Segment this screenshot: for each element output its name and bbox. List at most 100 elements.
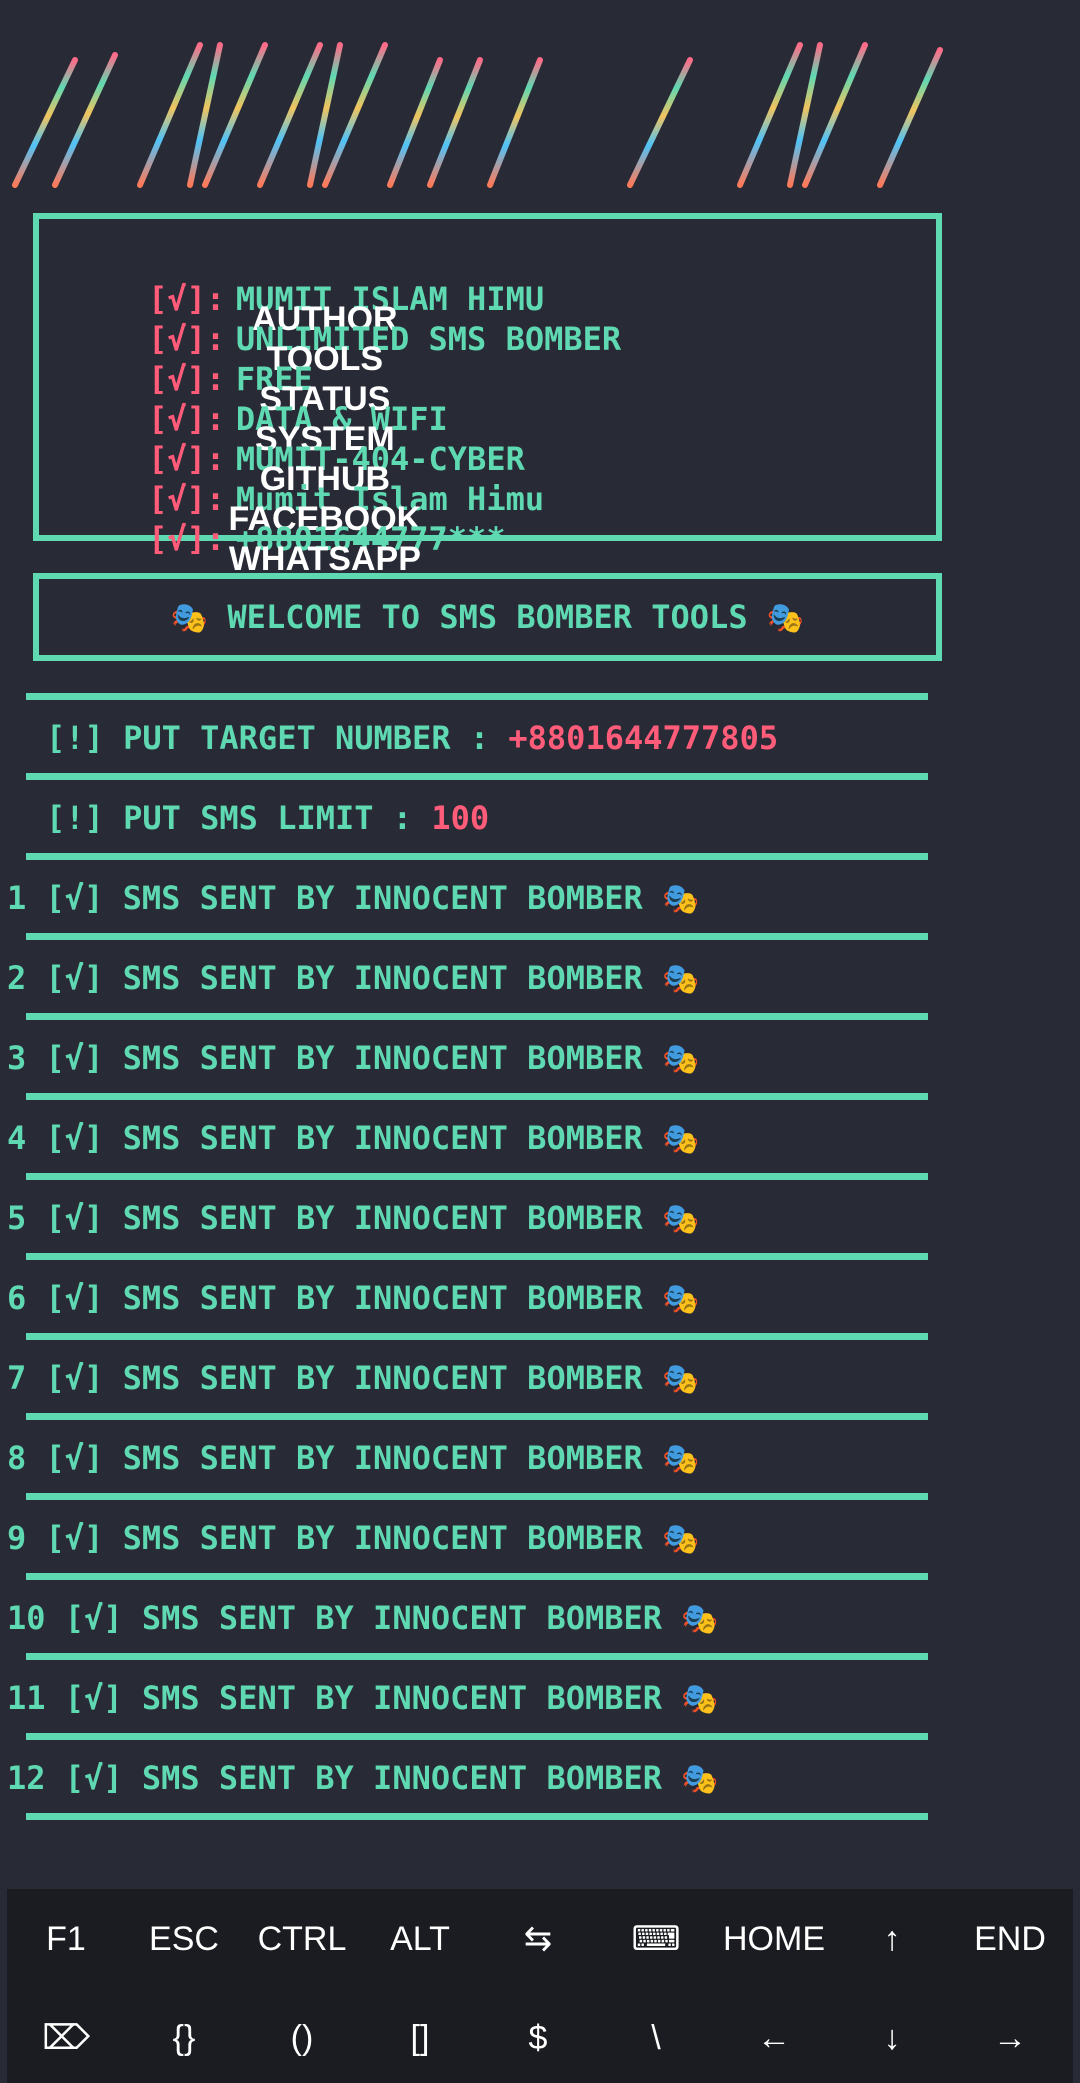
divider — [26, 1333, 928, 1340]
sent-index: 9 — [7, 1519, 27, 1557]
theater-mask-icon: 🎭 — [662, 962, 700, 997]
sent-index: 5 — [7, 1199, 27, 1237]
sent-line: 2 [√] SMS SENT BY INNOCENT BOMBER 🎭 — [7, 958, 699, 998]
theater-mask-icon: 🎭 — [681, 1682, 719, 1717]
sent-line: 4 [√] SMS SENT BY INNOCENT BOMBER 🎭 — [7, 1118, 699, 1158]
sent-message: SMS SENT BY INNOCENT BOMBER — [141, 1759, 663, 1797]
info-row-tools: [√] TOOLS: UNLIMITED SMS BOMBER — [71, 279, 621, 378]
check-mark: [√] — [45, 1439, 104, 1477]
divider — [26, 1413, 928, 1420]
check-mark: [√] — [45, 879, 104, 917]
theater-mask-icon: 🎭 — [681, 1762, 719, 1797]
sent-line: 3 [√] SMS SENT BY INNOCENT BOMBER 🎭 — [7, 1038, 699, 1078]
divider — [26, 1013, 928, 1020]
arrow-down-icon[interactable]: ↓ — [833, 1998, 951, 2078]
theater-mask-icon: 🎭 — [662, 1202, 700, 1237]
sent-message: SMS SENT BY INNOCENT BOMBER — [122, 1519, 643, 1557]
key-alt[interactable]: ALT — [361, 1899, 479, 1979]
theater-mask-icon: 🎭 — [681, 1602, 719, 1637]
info-row-status: [√] STATUS: FREE — [71, 319, 390, 418]
sent-message: SMS SENT BY INNOCENT BOMBER — [122, 1039, 643, 1077]
key-home[interactable]: HOME — [715, 1899, 833, 1979]
sent-line: 10 [√] SMS SENT BY INNOCENT BOMBER 🎭 — [7, 1598, 719, 1638]
info-row-facebook: [√] FACEBOOK: Mumit Islam Himu — [71, 439, 544, 538]
sent-line: 1 [√] SMS SENT BY INNOCENT BOMBER 🎭 — [7, 878, 699, 918]
delete-key-icon[interactable]: ⌦ — [7, 1998, 125, 2078]
theater-mask-icon: 🎭 — [662, 1122, 700, 1157]
sent-message: SMS SENT BY INNOCENT BOMBER — [122, 1439, 643, 1477]
divider — [26, 853, 928, 860]
key-braces[interactable]: {} — [125, 1998, 243, 2078]
target-number-value: +8801644777805 — [508, 719, 779, 757]
target-number-prompt: [!] PUT TARGET NUMBER : +8801644777805 — [46, 718, 778, 758]
sent-message: SMS SENT BY INNOCENT BOMBER — [122, 1359, 643, 1397]
target-number-label: [!] PUT TARGET NUMBER : — [46, 719, 509, 757]
theater-mask-icon: 🎭 — [662, 1442, 700, 1477]
sent-index: 8 — [7, 1439, 27, 1477]
check-mark: [√] — [148, 520, 206, 558]
sent-line: 12 [√] SMS SENT BY INNOCENT BOMBER 🎭 — [7, 1758, 719, 1798]
sent-line: 11 [√] SMS SENT BY INNOCENT BOMBER 🎭 — [7, 1678, 719, 1718]
info-row-github: [√] GITHUB: MUMIT-404-CYBER — [71, 399, 525, 498]
key-end[interactable]: END — [951, 1899, 1069, 1979]
check-mark: [√] — [45, 959, 104, 997]
info-row-author: [√] AUTHOR: MUMIT ISLAM HIMU — [71, 239, 544, 338]
sms-limit-prompt: [!] PUT SMS LIMIT : 100 — [46, 798, 489, 838]
key-parens[interactable]: () — [243, 1998, 361, 2078]
check-mark: [√] — [64, 1759, 123, 1797]
theater-mask-icon: 🎭 — [662, 1522, 700, 1557]
sent-index: 12 — [7, 1759, 46, 1797]
sent-index: 6 — [7, 1279, 27, 1317]
theater-mask-icon: 🎭 — [766, 601, 805, 636]
theater-mask-icon: 🎭 — [170, 601, 209, 636]
divider — [26, 1493, 928, 1500]
sent-index: 2 — [7, 959, 27, 997]
check-mark: [√] — [45, 1359, 104, 1397]
sent-message: SMS SENT BY INNOCENT BOMBER — [141, 1679, 663, 1717]
theater-mask-icon: 🎭 — [662, 1282, 700, 1317]
tab-key-icon[interactable]: ⇆ — [479, 1899, 597, 1979]
check-mark: [√] — [64, 1679, 123, 1717]
sent-message: SMS SENT BY INNOCENT BOMBER — [122, 959, 643, 997]
divider — [26, 1813, 928, 1820]
arrow-up-icon[interactable]: ↑ — [833, 1899, 951, 1979]
arrow-right-icon[interactable]: → — [951, 1998, 1069, 2078]
arrow-left-icon[interactable]: ← — [715, 1998, 833, 2078]
theater-mask-icon: 🎭 — [662, 1042, 700, 1077]
sent-message: SMS SENT BY INNOCENT BOMBER — [141, 1599, 663, 1637]
info-row-whatsapp: [√] WHATSAPP: +8801644777*** — [71, 479, 506, 578]
key-backslash[interactable]: \ — [597, 1998, 715, 2078]
sent-line: 6 [√] SMS SENT BY INNOCENT BOMBER 🎭 — [7, 1278, 699, 1318]
sent-message: SMS SENT BY INNOCENT BOMBER — [122, 1199, 643, 1237]
divider — [26, 773, 928, 780]
welcome-box: 🎭 WELCOME TO SMS BOMBER TOOLS 🎭 — [33, 573, 942, 661]
sent-index: 10 — [7, 1599, 46, 1637]
sent-line: 8 [√] SMS SENT BY INNOCENT BOMBER 🎭 — [7, 1438, 699, 1478]
check-mark: [√] — [45, 1519, 104, 1557]
divider — [26, 693, 928, 700]
keyboard-toggle-icon[interactable]: ⌨ — [597, 1899, 715, 1979]
sent-message: SMS SENT BY INNOCENT BOMBER — [122, 1279, 643, 1317]
sent-line: 7 [√] SMS SENT BY INNOCENT BOMBER 🎭 — [7, 1358, 699, 1398]
info-box: [√] AUTHOR: MUMIT ISLAM HIMU [√] TOOLS: UNLI… — [33, 213, 942, 578]
theater-mask-icon: 🎭 — [662, 1362, 700, 1397]
divider — [26, 1573, 928, 1580]
key-brackets[interactable]: [] — [361, 1998, 479, 2078]
key-esc[interactable]: ESC — [125, 1899, 243, 1979]
sent-line: 5 [√] SMS SENT BY INNOCENT BOMBER 🎭 — [7, 1198, 699, 1238]
innocent-banner-logo — [7, 29, 1008, 188]
check-mark: [√] — [64, 1599, 123, 1637]
divider — [26, 933, 928, 940]
key-f1[interactable]: F1 — [7, 1899, 125, 1979]
divider — [26, 1253, 928, 1260]
check-mark: [√] — [45, 1199, 104, 1237]
sms-limit-value: 100 — [431, 799, 490, 837]
info-row-system: [√] SYSTEM: DATA & WIFI — [71, 359, 448, 458]
extra-keys-bar: F1 ESC CTRL ALT ⇆ ⌨ HOME ↑ END ⌦ {} () [… — [7, 1889, 1073, 2083]
key-dollar[interactable]: $ — [479, 1998, 597, 2078]
key-ctrl[interactable]: CTRL — [243, 1899, 361, 1979]
welcome-text: WELCOME TO SMS BOMBER TOOLS — [227, 598, 748, 636]
check-mark: [√] — [45, 1039, 104, 1077]
sent-index: 7 — [7, 1359, 27, 1397]
sent-message: SMS SENT BY INNOCENT BOMBER — [122, 1119, 643, 1157]
